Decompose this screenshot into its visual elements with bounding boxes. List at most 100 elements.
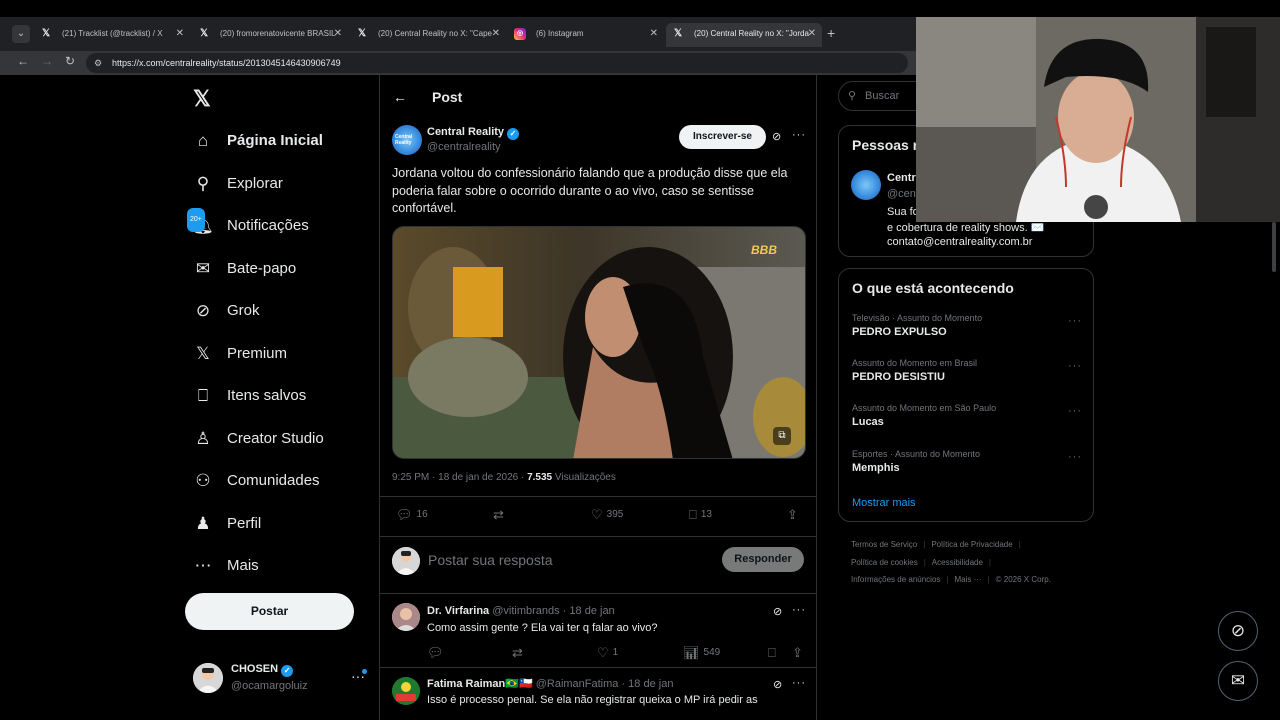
x-logo-icon[interactable]: 𝕏 [193, 86, 211, 112]
grok-icon[interactable]: ⊘ [773, 605, 782, 618]
footer-link[interactable]: Política de Privacidade [931, 540, 1012, 549]
more-horizontal-icon[interactable]: ··· [1068, 451, 1082, 463]
browser-tab[interactable]: 𝕏 (20) fromorenatovicente BRASIL ✕ [192, 23, 348, 47]
retweet-action[interactable]: ⇄ [512, 645, 527, 661]
footer-link[interactable]: Política de cookies [851, 558, 918, 567]
reload-icon[interactable]: ↻ [65, 54, 75, 68]
reply-action[interactable]: 💬︎ [427, 645, 448, 661]
subscribe-button[interactable]: Inscrever-se [679, 125, 766, 149]
nav-label: Notificações [227, 217, 309, 234]
trend-name: Lucas [852, 416, 884, 428]
close-icon[interactable]: ✕ [492, 23, 500, 45]
post-media-image[interactable]: BBB ⧉ [392, 226, 806, 459]
share-action[interactable]: ⇪ [787, 507, 802, 523]
more-horizontal-icon[interactable]: ··· [1068, 315, 1082, 327]
suggested-user-name[interactable]: Centr [887, 172, 916, 184]
address-bar[interactable]: ⚙ https://x.com/centralreality/status/20… [86, 53, 908, 73]
nav-label: Perfil [227, 515, 262, 532]
grok-fab-button[interactable]: ⊘ [1218, 611, 1258, 651]
x-logo-icon: 𝕏 [673, 28, 683, 39]
footer-link[interactable]: Mais ··· [954, 575, 981, 584]
bookmark-action[interactable]: ⎕ 13 [689, 507, 712, 523]
like-action[interactable]: ♡ 395 [591, 507, 623, 523]
more-circle-icon: ⋯ [194, 556, 212, 575]
author-handle[interactable]: @centralreality [427, 141, 501, 153]
browser-tab[interactable]: 𝕏 (21) Tracklist (@tracklist) / X ✕ [34, 23, 190, 47]
more-horizontal-icon[interactable]: ··· [792, 604, 806, 616]
messages-fab-button[interactable]: ✉ [1218, 661, 1258, 701]
reply-author[interactable]: Fatima Raiman🇧🇷🇨🇱 @RaimanFatima · 18 de … [427, 677, 673, 690]
grok-icon[interactable]: ⊘ [772, 130, 781, 143]
close-icon[interactable]: ✕ [176, 23, 184, 45]
reply-action[interactable]: 💬︎ 16 [396, 507, 428, 523]
avatar-text: Central Reality [395, 134, 413, 146]
post-meta: 9:25 PM · 18 de jan de 2026 · 7.535 Visu… [392, 472, 616, 483]
author-name[interactable]: Central Reality ✓ [427, 126, 520, 140]
share-icon: ⇪ [792, 645, 803, 660]
reply-input[interactable]: Postar sua resposta [428, 552, 553, 568]
footer-link[interactable]: Informações de anúncios [851, 575, 940, 584]
main-column: ← Post Central Reality Central Reality ✓ … [379, 75, 817, 720]
more-horizontal-icon[interactable]: ··· [1068, 405, 1082, 417]
reply-button[interactable]: Responder [722, 547, 804, 572]
card-title: O que está acontecendo [852, 280, 1014, 296]
suggested-user-handle: @cen [887, 188, 916, 200]
like-count: 395 [606, 509, 624, 520]
views-count: 549 [703, 647, 721, 658]
bookmark-action[interactable]: ⎕ [768, 645, 780, 661]
trend-context: Televisão · Assunto do Momento [852, 313, 983, 323]
grok-icon: ⊘ [195, 301, 211, 320]
nav-label: Comunidades [227, 472, 320, 489]
bar-chart-icon: 📊︎ [683, 645, 700, 660]
nav-label: Bate-papo [227, 260, 297, 277]
browser-tab[interactable]: ◎ (6) Instagram ✕ [508, 23, 664, 47]
tab-list-button[interactable]: ⌄ [12, 25, 30, 43]
reply-author[interactable]: Dr. Virfarina @vitimbrands · 18 de jan [427, 605, 615, 617]
post-timestamp[interactable]: 9:25 PM · 18 de jan de 2026 · [392, 472, 527, 483]
close-icon[interactable]: ✕ [650, 23, 658, 45]
back-arrow-icon[interactable]: ← [393, 89, 407, 105]
search-icon: ⚲ [196, 174, 210, 193]
author-avatar[interactable]: Central Reality [392, 125, 422, 155]
browser-tab-active[interactable]: 𝕏 (20) Central Reality no X: "Jorda ✕ [666, 23, 822, 47]
forward-arrow-icon[interactable]: → [41, 54, 53, 68]
trend-item[interactable]: Assunto do Momento em Brasil PEDRO DESIS… [852, 358, 1088, 383]
trend-item[interactable]: Esportes · Assunto do Momento Memphis ··… [852, 449, 1088, 474]
footer-link[interactable]: Acessibilidade [932, 558, 983, 567]
media-tag-icon[interactable]: ⧉ [773, 427, 791, 445]
trend-item[interactable]: Assunto do Momento em São Paulo Lucas ··… [852, 403, 1088, 428]
x-logo-icon: 𝕏 [199, 28, 209, 39]
new-tab-button[interactable]: + [827, 25, 835, 41]
avatar[interactable] [851, 170, 881, 200]
browser-tab[interactable]: 𝕏 (20) Central Reality no X: "Cape ✕ [350, 23, 506, 47]
more-horizontal-icon[interactable]: ··· [1068, 360, 1082, 372]
share-action[interactable]: ⇪ [792, 645, 807, 661]
avatar [193, 663, 223, 693]
account-switcher[interactable]: CHOSEN ✓ @ocamargoluiz ··· [193, 662, 373, 696]
search-icon: ⚲ [848, 90, 857, 102]
trend-name: Memphis [852, 462, 900, 474]
trend-item[interactable]: Televisão · Assunto do Momento PEDRO EXP… [852, 313, 1088, 338]
close-icon[interactable]: ✕ [808, 23, 816, 45]
post-button[interactable]: Postar [185, 593, 354, 630]
profile-icon: ♟ [195, 514, 211, 533]
nav-label: Explorar [227, 175, 283, 192]
more-horizontal-icon[interactable]: ··· [792, 677, 806, 689]
retweet-action[interactable]: ⇄ [493, 507, 508, 523]
page-scrollbar[interactable] [1272, 222, 1276, 272]
x-logo-icon: 𝕏 [41, 28, 51, 39]
footer-link[interactable]: Termos de Serviço [851, 540, 917, 549]
grok-icon: ⊘ [1230, 621, 1246, 640]
browser-toolbar: ← → ↻ ⚙ https://x.com/centralreality/sta… [0, 51, 916, 75]
close-icon[interactable]: ✕ [334, 23, 342, 45]
reply-avatar[interactable] [392, 603, 420, 631]
views-action[interactable]: 📊︎ 549 [683, 645, 720, 661]
show-more-link[interactable]: Mostrar mais [852, 497, 916, 509]
reply-avatar[interactable] [392, 677, 420, 705]
site-info-icon[interactable]: ⚙ [94, 53, 102, 73]
back-arrow-icon[interactable]: ← [17, 54, 29, 68]
like-action[interactable]: ♡ 1 [597, 645, 618, 661]
account-handle: @ocamargoluiz [231, 680, 308, 692]
grok-icon[interactable]: ⊘ [773, 678, 782, 691]
more-horizontal-icon[interactable]: ··· [792, 129, 806, 141]
